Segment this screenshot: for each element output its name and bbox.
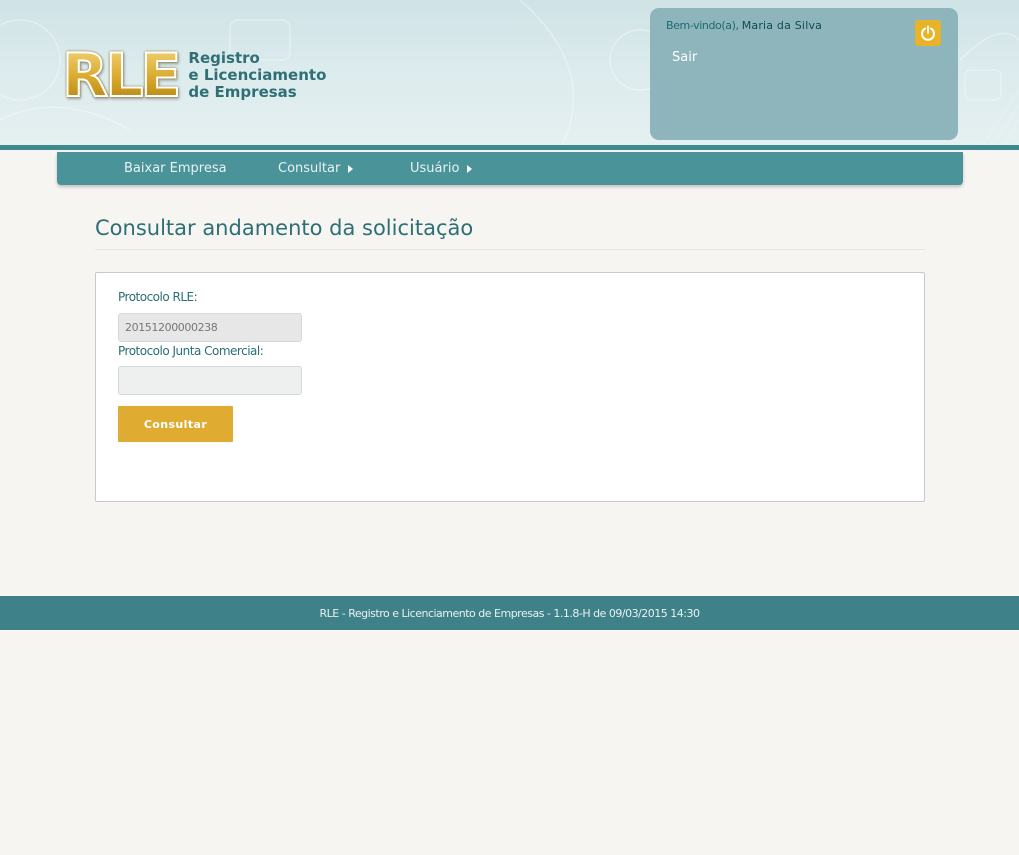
- welcome-message: Bem-vindo(a), Maria da Silva: [666, 19, 822, 32]
- protocolo-rle-input[interactable]: [118, 313, 302, 342]
- rle-logo[interactable]: RLE Registro e Licenciamento de Empresas: [61, 41, 327, 111]
- nav-item-label: Usuário: [410, 161, 460, 176]
- protocolo-rle-label: Protocolo RLE:: [118, 290, 198, 304]
- nav-item-label: Baixar Empresa: [124, 161, 227, 176]
- logo-mark: RLE: [61, 41, 182, 111]
- logo-text-line1: Registro: [188, 48, 260, 67]
- power-icon: [921, 25, 935, 41]
- user-name: Maria da Silva: [741, 19, 823, 32]
- footer-text: RLE - Registro e Licenciamento de Empres…: [319, 606, 700, 620]
- title-divider: [95, 249, 925, 250]
- logo-text: Registro e Licenciamento de Empresas: [188, 48, 327, 101]
- protocolo-junta-label: Protocolo Junta Comercial:: [118, 344, 264, 358]
- consultar-button[interactable]: Consultar: [118, 406, 233, 442]
- nav-item-usuario[interactable]: Usuário: [410, 152, 473, 185]
- main-navbar: Baixar Empresa Consultar Usuário: [57, 152, 963, 185]
- nav-item-label: Consultar: [278, 161, 341, 176]
- power-button[interactable]: [915, 20, 941, 46]
- user-panel: Bem-vindo(a), Maria da Silva Sair: [650, 8, 958, 140]
- logo-text-line2: e Licenciamento: [188, 65, 327, 84]
- page-footer: RLE - Registro e Licenciamento de Empres…: [0, 596, 1019, 630]
- logout-link[interactable]: Sair: [672, 50, 697, 65]
- nav-item-baixar-empresa[interactable]: Baixar Empresa: [124, 152, 227, 185]
- consulta-form-panel: Protocolo RLE: Protocolo Junta Comercial…: [95, 272, 925, 502]
- nav-item-consultar[interactable]: Consultar: [278, 152, 354, 185]
- welcome-prefix: Bem-vindo(a),: [666, 19, 739, 32]
- protocolo-junta-input[interactable]: [118, 366, 302, 395]
- logo-text-line3: de Empresas: [188, 82, 297, 101]
- header-stripe: [0, 145, 1019, 150]
- caret-right-icon: [348, 164, 354, 173]
- page-title: Consultar andamento da solicitação: [95, 216, 474, 240]
- caret-right-icon: [467, 164, 473, 173]
- page-header: RLE Registro e Licenciamento de Empresas…: [0, 0, 1019, 150]
